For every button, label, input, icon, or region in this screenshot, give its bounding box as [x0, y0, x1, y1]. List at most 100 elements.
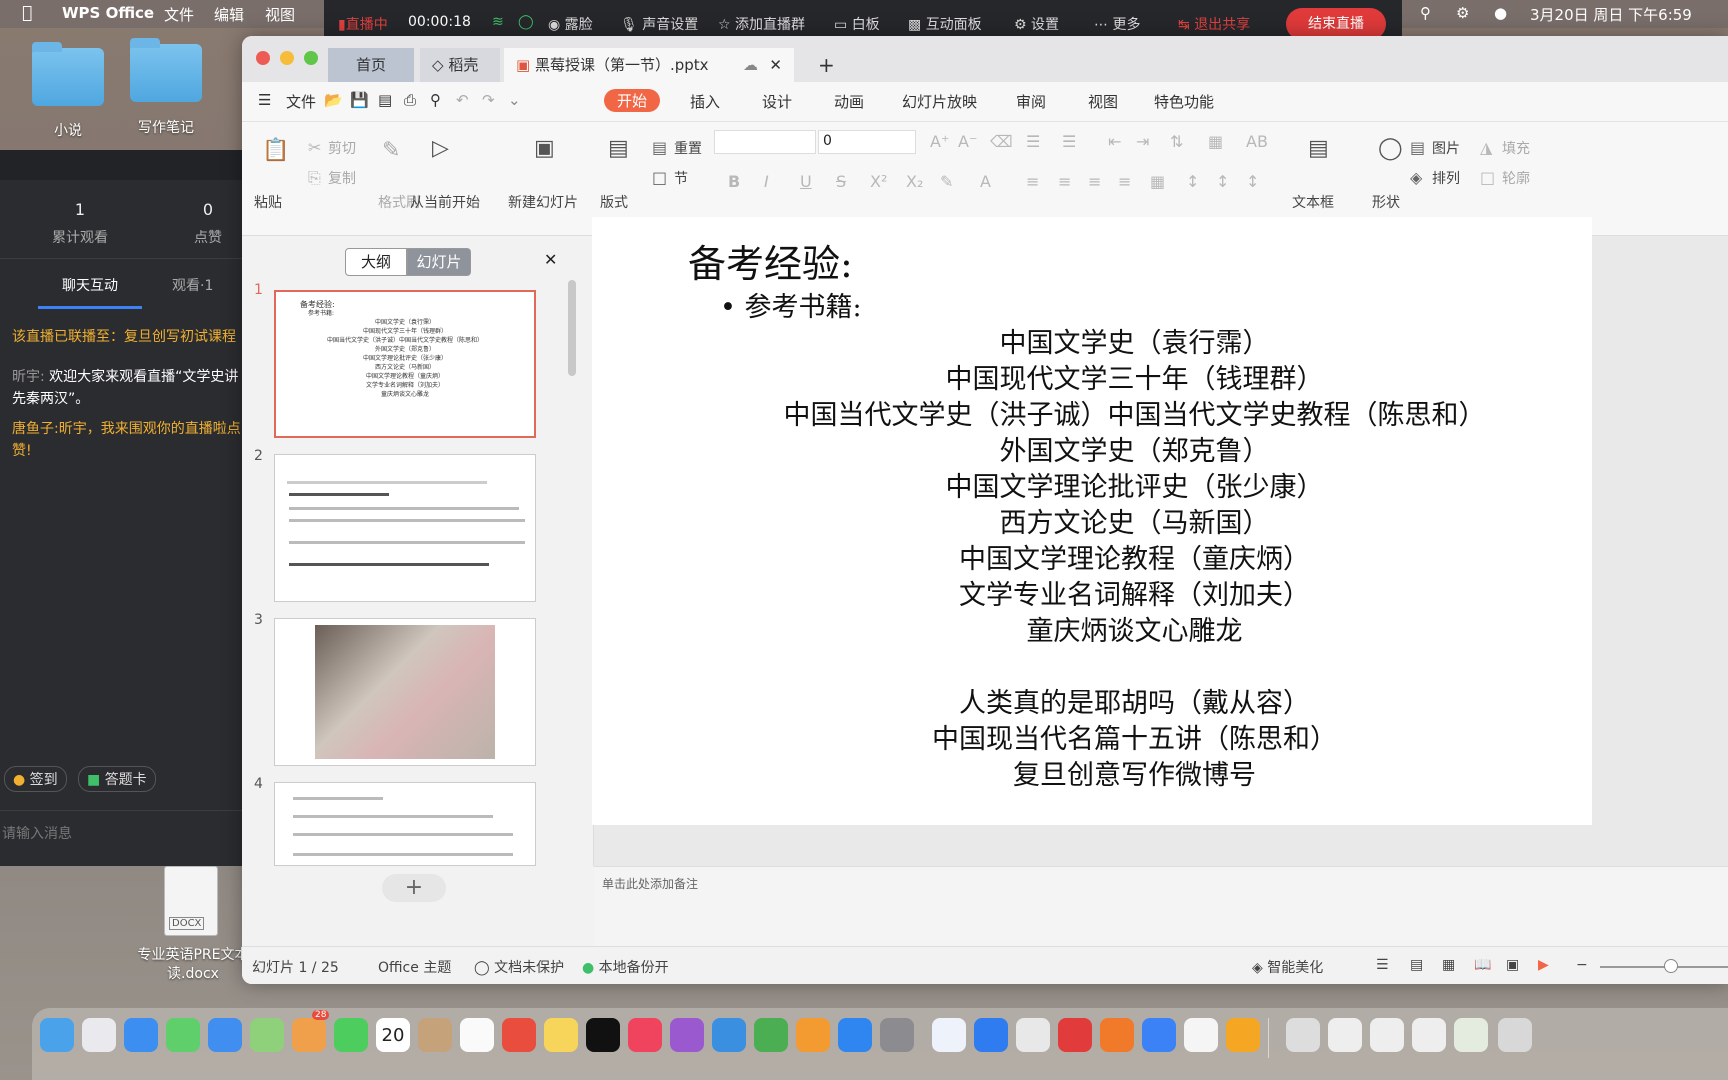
text-direction-icon[interactable]: ⇅ [1170, 132, 1183, 151]
wps-icon[interactable] [502, 1018, 536, 1052]
folder-icon[interactable] [130, 38, 202, 102]
strikethrough-icon[interactable]: S [836, 172, 846, 191]
undo-icon[interactable]: ↶ [456, 91, 469, 109]
zoom-window-button[interactable] [304, 51, 318, 65]
superscript-icon[interactable]: X² [870, 172, 887, 191]
tab-document[interactable]: ▣ 黑莓授课（第一节）.pptx ☁ ✕ [504, 48, 794, 82]
photos-icon[interactable] [292, 1018, 326, 1052]
picture-button[interactable]: 图片 [1432, 138, 1460, 158]
font-size-select[interactable]: 0 [818, 130, 916, 154]
slide[interactable]: 备考经验: • 参考书籍: 中国文学史（袁行霈） 中国现代文学三十年（钱理群） … [592, 217, 1592, 825]
contacts-icon[interactable] [418, 1018, 452, 1052]
new-slide-icon[interactable]: ▣ [534, 136, 555, 161]
datetime[interactable]: 3月20日 周日 下午6:59 [1530, 4, 1692, 25]
safari-icon[interactable] [124, 1018, 158, 1052]
increase-font-icon[interactable]: A⁺ [930, 132, 949, 151]
app-name[interactable]: WPS Office [62, 4, 154, 22]
smart-beautify-button[interactable]: ◈ 智能美化 [1252, 957, 1323, 977]
menu-file[interactable]: 文件 [164, 4, 194, 25]
distribute-icon[interactable]: ▦ [1150, 172, 1165, 191]
close-tab-icon[interactable]: ✕ [769, 48, 782, 82]
italic-icon[interactable]: I [764, 172, 769, 191]
launchpad-icon[interactable] [82, 1018, 116, 1052]
recent-file-icon[interactable] [1328, 1018, 1362, 1052]
recent-file-icon[interactable] [1412, 1018, 1446, 1052]
reading-view-icon[interactable]: 📖 [1474, 957, 1491, 973]
podcasts-icon[interactable] [670, 1018, 704, 1052]
reminders-icon[interactable] [460, 1018, 494, 1052]
theme-name[interactable]: Office 主题 [378, 957, 451, 977]
slide-bullet[interactable]: • 参考书籍: [720, 285, 862, 324]
search-icon[interactable]: ⚲ [1420, 4, 1431, 22]
zoom-out-icon[interactable]: − [1576, 957, 1588, 973]
underline-icon[interactable]: U [800, 172, 812, 191]
redo-icon[interactable]: ↷ [482, 91, 495, 109]
more-button[interactable]: ⋯ 更多 [1094, 14, 1140, 34]
align-center-icon[interactable]: ≡ [1058, 172, 1071, 191]
numbered-list-icon[interactable]: ☰ [1062, 132, 1076, 151]
facetime-icon[interactable] [334, 1018, 368, 1052]
play-from-current-button[interactable]: 从当前开始 [410, 192, 480, 212]
pages-icon[interactable] [796, 1018, 830, 1052]
settings-button[interactable]: ⚙ 设置 [1014, 14, 1059, 34]
interaction-panel-button[interactable]: ▩ 互动面板 [908, 14, 982, 34]
shape-icon[interactable]: ◯ [1378, 136, 1403, 161]
tab-features[interactable]: 特色功能 [1154, 91, 1214, 112]
checkin-button[interactable]: ● 签到 [4, 766, 67, 792]
textbox-icon[interactable]: ▤ [1308, 136, 1329, 161]
columns-icon[interactable]: ↕ [1246, 172, 1259, 191]
sorter-view-icon[interactable]: ▦ [1442, 957, 1455, 973]
slide-thumbnail[interactable]: 备考经验: 参考书籍: 中国文学史（袁行霈） 中国现代文学三十年（钱理群） 中国… [274, 290, 536, 438]
new-tab-button[interactable]: + [806, 48, 847, 82]
notes-icon[interactable] [544, 1018, 578, 1052]
reset-button[interactable]: 重置 [674, 138, 702, 158]
backup-status[interactable]: ● 本地备份开 [582, 957, 669, 977]
minimize-window-button[interactable] [280, 51, 294, 65]
highlight-icon[interactable]: ✎ [940, 172, 953, 191]
textbox-button[interactable]: 文本框 [1292, 192, 1334, 212]
pptx-document-icon[interactable] [1184, 1018, 1218, 1052]
system-preferences-icon[interactable] [880, 1018, 914, 1052]
app-store-icon[interactable] [838, 1018, 872, 1052]
feishu-icon[interactable] [1142, 1018, 1176, 1052]
play-icon[interactable]: ▷ [432, 136, 449, 161]
tab-chat[interactable]: 聊天互动 [62, 275, 118, 295]
fill-icon[interactable]: ◮ [1480, 138, 1492, 157]
numbers-icon[interactable] [754, 1018, 788, 1052]
tv-icon[interactable] [586, 1018, 620, 1052]
bullet-list-icon[interactable]: ☰ [1026, 132, 1040, 151]
slide-thumbnail[interactable] [274, 618, 536, 766]
slide-thumbnail[interactable] [274, 454, 536, 602]
menu-view[interactable]: 视图 [265, 4, 295, 25]
font-family-select[interactable] [714, 130, 816, 154]
firefox-icon[interactable] [1100, 1018, 1134, 1052]
slide-title[interactable]: 备考经验: [688, 233, 853, 288]
pdf-icon[interactable]: ▤ [378, 91, 392, 109]
music-icon[interactable] [628, 1018, 662, 1052]
close-pane-icon[interactable]: ✕ [544, 250, 557, 269]
subscript-icon[interactable]: X₂ [906, 172, 923, 191]
section-button[interactable]: 节 [674, 168, 688, 188]
tab-start[interactable]: 开始 [604, 89, 661, 112]
audio-settings-button[interactable]: 🎙 声音设置 [620, 14, 698, 34]
netease-music-icon[interactable] [1058, 1018, 1092, 1052]
siri-icon[interactable]: ● [1494, 4, 1507, 22]
app-icon[interactable] [974, 1018, 1008, 1052]
recent-file-icon[interactable] [1370, 1018, 1404, 1052]
menu-edit[interactable]: 编辑 [214, 4, 244, 25]
calendar-icon[interactable]: 20 [376, 1018, 410, 1052]
chat-input[interactable]: 请输入消息 [2, 818, 238, 850]
apple-icon[interactable]:  [22, 3, 32, 23]
tab-animation[interactable]: 动画 [834, 91, 864, 112]
play-slideshow-icon[interactable]: ▶ [1538, 957, 1549, 973]
live-app-icon[interactable] [1226, 1018, 1260, 1052]
outline-button[interactable]: 轮廓 [1502, 168, 1530, 188]
finder-icon[interactable] [40, 1018, 74, 1052]
font-color-icon[interactable]: A [980, 172, 991, 191]
picture-icon[interactable]: ▤ [1410, 138, 1425, 157]
slide-thumbnail[interactable] [274, 782, 536, 866]
shape-button[interactable]: 形状 [1372, 192, 1400, 212]
control-center-icon[interactable]: ⚙ [1456, 4, 1469, 22]
tab-home[interactable]: 首页 [328, 48, 414, 82]
align-right-icon[interactable]: ≡ [1088, 172, 1101, 191]
